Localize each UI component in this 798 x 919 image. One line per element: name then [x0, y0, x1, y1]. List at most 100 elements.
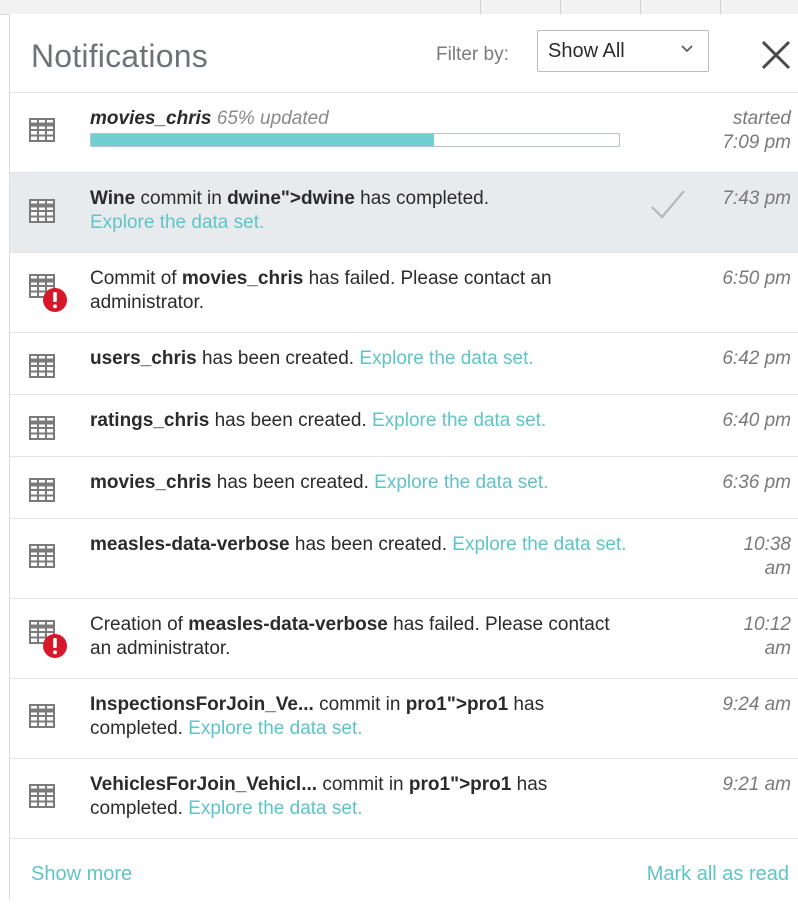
background-divider	[640, 0, 641, 14]
explore-dataset-link[interactable]: Explore the data set.	[374, 472, 548, 493]
message-prefix: Creation of	[90, 614, 189, 635]
notification-row[interactable]: movies_chris 65% updated started 7:09 pm	[10, 93, 798, 173]
table-icon	[26, 473, 62, 509]
message-mid: commit in	[313, 694, 406, 715]
message-prefix: Commit of	[90, 268, 182, 289]
background-divider	[720, 0, 721, 14]
notification-message: users_chris has been created. Explore th…	[90, 347, 630, 371]
background-app-strip	[0, 0, 798, 15]
table-error-icon	[26, 269, 67, 312]
close-icon[interactable]	[759, 38, 793, 72]
message-mid: commit in	[135, 188, 228, 209]
table-icon	[26, 539, 62, 575]
message-mid: commit in	[317, 774, 409, 795]
notification-time: 10:38 am	[681, 533, 791, 581]
notification-row[interactable]: Commit of movies_chris has failed. Pleas…	[10, 253, 798, 333]
notification-message: measles-data-verbose has been created. E…	[90, 533, 630, 557]
progress-bar	[90, 133, 620, 147]
notification-time: 6:42 pm	[681, 347, 791, 371]
dataset-name: ratings_chris	[90, 410, 210, 431]
filter-label: Filter by:	[436, 44, 509, 65]
notifications-panel: Notifications Filter by: Show All movies…	[9, 14, 798, 900]
message-tail: has been created.	[289, 534, 453, 555]
notification-message: InspectionsForJoin_Ve... commit in pro1"…	[90, 693, 630, 741]
target-name: pro1">pro1	[408, 774, 512, 795]
time-line-2: am	[764, 638, 791, 659]
background-divider	[560, 0, 561, 14]
notification-message: VehiclesForJoin_Vehicl... commit in pro1…	[90, 773, 630, 821]
explore-dataset-link[interactable]: Explore the data set.	[188, 798, 362, 819]
notification-row[interactable]: Wine commit in dwine">dwine has complete…	[10, 173, 798, 253]
panel-title: Notifications	[31, 38, 208, 74]
dataset-name: users_chris	[90, 348, 197, 369]
dataset-name: movies_chris	[181, 268, 304, 289]
table-icon	[26, 411, 62, 447]
progress-fill	[91, 134, 435, 146]
notification-time: 9:21 am	[681, 773, 791, 797]
table-error-icon	[26, 615, 67, 658]
time-text: 9:21 am	[722, 774, 791, 795]
explore-dataset-link[interactable]: Explore the data set.	[188, 718, 362, 739]
notification-row[interactable]: measles-data-verbose has been created. E…	[10, 519, 798, 599]
dataset-name: Wine	[90, 188, 136, 209]
message-tail: has completed.	[354, 188, 489, 209]
time-line-1: started	[732, 108, 791, 129]
notifications-footer: Show more Mark all as read	[10, 839, 798, 919]
notifications-header: Notifications Filter by: Show All	[10, 14, 798, 93]
message-tail: has been created.	[196, 348, 360, 369]
time-line-1: 10:12	[743, 614, 791, 635]
table-icon	[26, 349, 62, 385]
notification-row[interactable]: VehiclesForJoin_Vehicl... commit in pro1…	[10, 759, 798, 839]
notification-row[interactable]: Creation of measles-data-verbose has fai…	[10, 599, 798, 679]
notification-time: 6:50 pm	[681, 267, 791, 291]
table-icon	[26, 779, 62, 815]
time-text: 9:24 am	[722, 694, 791, 715]
notification-row[interactable]: users_chris has been created. Explore th…	[10, 333, 798, 395]
time-line-2: 7:09 pm	[722, 132, 791, 153]
explore-dataset-link[interactable]: Explore the data set.	[90, 212, 264, 233]
target-name: dwine">dwine	[227, 188, 355, 209]
background-divider	[480, 0, 481, 14]
filter-select[interactable]: Show All	[537, 30, 709, 72]
progress-status: 65% updated	[216, 108, 329, 129]
notification-row[interactable]: movies_chris has been created. Explore t…	[10, 457, 798, 519]
notification-message: movies_chris has been created. Explore t…	[90, 471, 630, 495]
explore-dataset-link[interactable]: Explore the data set.	[452, 534, 626, 555]
dataset-name: movies_chris	[90, 472, 212, 493]
error-icon	[43, 634, 67, 658]
message-tail: has been created.	[209, 410, 372, 431]
filter-selected-value: Show All	[548, 40, 625, 62]
chevron-down-icon	[681, 45, 693, 53]
table-icon	[26, 699, 62, 735]
show-more-link[interactable]: Show more	[31, 863, 132, 886]
notification-row[interactable]: ratings_chris has been created. Explore …	[10, 395, 798, 457]
notification-message: Commit of movies_chris has failed. Pleas…	[90, 267, 630, 315]
message-tail: has been created.	[211, 472, 375, 493]
time-text: 7:43 pm	[722, 188, 791, 209]
notification-list: movies_chris 65% updated started 7:09 pm Wi…	[10, 93, 798, 839]
error-icon	[43, 288, 67, 312]
notification-time: 7:43 pm	[681, 187, 791, 211]
notification-time: 6:36 pm	[681, 471, 791, 495]
notification-message: Wine commit in dwine">dwine has complete…	[90, 187, 630, 235]
time-text: 6:42 pm	[722, 348, 791, 369]
notification-time: 9:24 am	[681, 693, 791, 717]
dataset-name: VehiclesForJoin_Vehicl...	[90, 774, 318, 795]
notification-time: started 7:09 pm	[681, 107, 791, 155]
notification-message: Creation of measles-data-verbose has fai…	[90, 613, 630, 661]
notification-message: movies_chris 65% updated	[90, 107, 630, 131]
notification-row[interactable]: InspectionsForJoin_Ve... commit in pro1"…	[10, 679, 798, 759]
dataset-name: measles-data-verbose	[90, 534, 290, 555]
time-text: 6:50 pm	[722, 268, 791, 289]
time-text: 6:40 pm	[722, 410, 791, 431]
dataset-name: measles-data-verbose	[188, 614, 388, 635]
time-text: 6:36 pm	[722, 472, 791, 493]
time-line-2: am	[764, 558, 791, 579]
explore-dataset-link[interactable]: Explore the data set.	[372, 410, 546, 431]
explore-dataset-link[interactable]: Explore the data set.	[359, 348, 533, 369]
dataset-name: movies_chris	[90, 108, 212, 129]
table-icon	[26, 194, 62, 230]
time-line-1: 10:38	[743, 534, 791, 555]
mark-all-read-link[interactable]: Mark all as read	[647, 863, 789, 886]
notification-time: 10:12 am	[681, 613, 791, 661]
